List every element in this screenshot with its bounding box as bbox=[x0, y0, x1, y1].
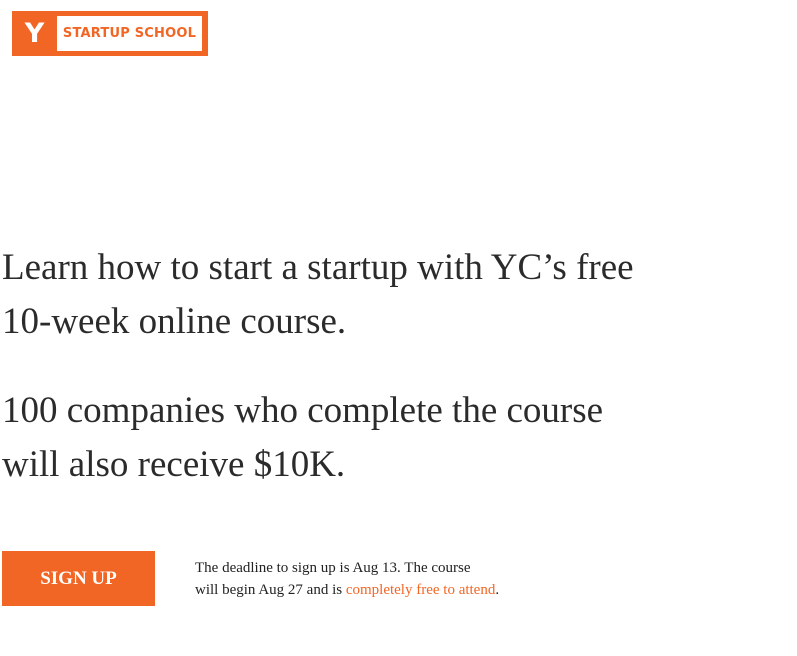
deadline-note-line-1: The deadline to sign up is Aug 13. The c… bbox=[195, 560, 471, 576]
deadline-note-line-2: will begin Aug 27 and is bbox=[195, 582, 346, 598]
startup-school-logo[interactable]: Y STARTUP SCHOOL bbox=[12, 11, 208, 56]
hero-line-4: will also receive $10K. bbox=[2, 444, 346, 485]
hero-line-1: Learn how to start a startup with YC’s f… bbox=[2, 247, 634, 288]
hero-subheadline: 100 companies who complete the course wi… bbox=[2, 384, 722, 492]
free-to-attend-link[interactable]: completely free to attend bbox=[346, 582, 496, 598]
hero-line-3: 100 companies who complete the course bbox=[2, 390, 604, 431]
yc-logo-letter: Y bbox=[24, 18, 45, 49]
deadline-note: The deadline to sign up is Aug 13. The c… bbox=[195, 557, 555, 601]
logo-wordmark: STARTUP SCHOOL bbox=[57, 16, 202, 51]
deadline-note-suffix: . bbox=[495, 582, 500, 598]
hero-headline: Learn how to start a startup with YC’s f… bbox=[2, 241, 722, 349]
hero-line-2: 10-week online course. bbox=[2, 301, 347, 342]
sign-up-button[interactable]: SIGN UP bbox=[2, 551, 155, 606]
